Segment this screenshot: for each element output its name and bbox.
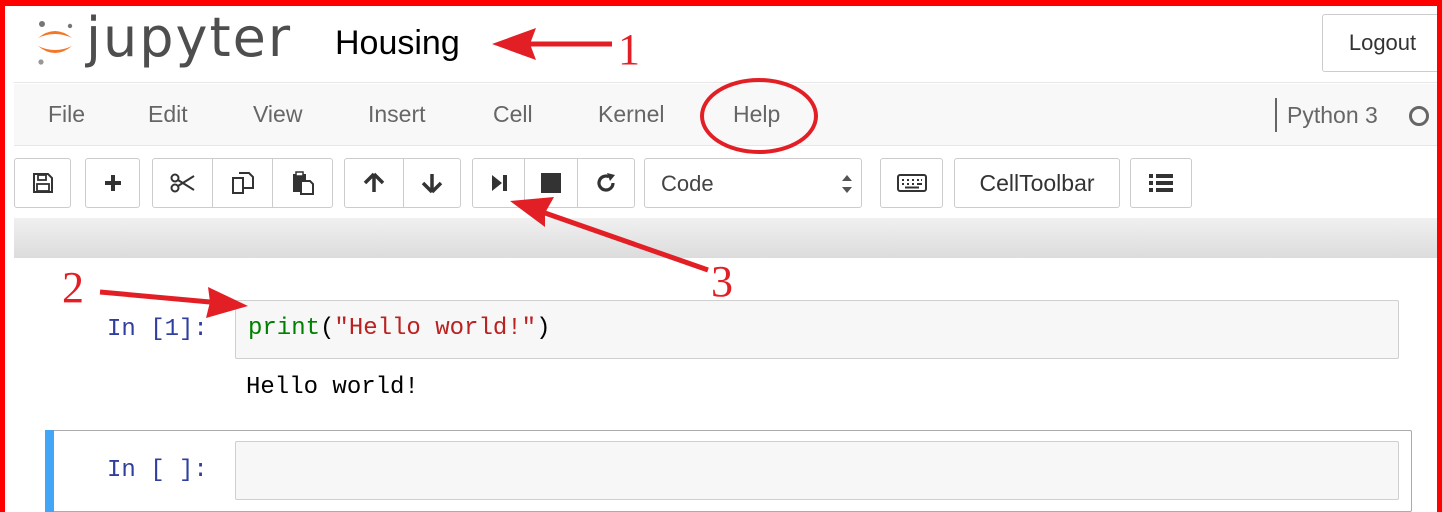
- menu-edit[interactable]: Edit: [148, 101, 188, 128]
- select-arrows-icon: [842, 175, 852, 193]
- menu-view[interactable]: View: [253, 101, 302, 128]
- logout-button[interactable]: Logout: [1322, 14, 1442, 72]
- paste-button[interactable]: [272, 158, 333, 208]
- menu-cell[interactable]: Cell: [493, 101, 533, 128]
- code-line: print("Hello world!"): [248, 315, 550, 342]
- arrow-up-icon: [363, 172, 385, 192]
- plus-icon: [104, 175, 121, 191]
- header-shadow-band: [14, 218, 1442, 258]
- selected-cell-indicator: [45, 430, 54, 512]
- move-up-button[interactable]: [344, 158, 404, 208]
- move-down-button[interactable]: [403, 158, 461, 208]
- toc-button[interactable]: [1130, 158, 1192, 208]
- code-close-paren: ): [536, 315, 551, 342]
- interrupt-kernel-button[interactable]: [524, 158, 578, 208]
- menu-kernel[interactable]: Kernel: [598, 101, 664, 128]
- kernel-separator: [1275, 98, 1277, 132]
- help-highlight-circle: [700, 78, 818, 154]
- kernel-name: Python 3: [1287, 102, 1378, 128]
- code-open-paren: (: [320, 315, 335, 342]
- annotation-label-3: 3: [711, 257, 733, 306]
- cell-type-select[interactable]: Code: [644, 158, 862, 208]
- run-cell-button[interactable]: [472, 158, 525, 208]
- logo-text: jupyter: [86, 6, 293, 69]
- stop-icon: [541, 173, 561, 193]
- kernel-idle-indicator-icon: [1409, 106, 1429, 126]
- menu-insert[interactable]: Insert: [368, 101, 426, 128]
- input-prompt: In [1]:: [107, 316, 208, 343]
- annotation-label-2: 2: [62, 263, 84, 312]
- cell-output: Hello world!: [246, 374, 419, 401]
- notebook-name[interactable]: Housing: [335, 24, 460, 63]
- jupyter-logo-icon: [38, 21, 73, 65]
- celltoolbar-button[interactable]: CellToolbar: [954, 158, 1120, 208]
- arrow-down-icon: [421, 174, 443, 194]
- save-icon: [32, 173, 53, 193]
- restart-kernel-button[interactable]: [577, 158, 635, 208]
- insert-cell-button[interactable]: [85, 158, 140, 208]
- menu-file[interactable]: File: [48, 101, 85, 128]
- arrow-2: [99, 287, 248, 318]
- celltoolbar-label: CellToolbar: [979, 169, 1095, 196]
- run-next-icon: [491, 175, 507, 191]
- keyboard-icon: [896, 174, 927, 192]
- scissors-icon: [170, 173, 195, 193]
- list-icon: [1149, 174, 1173, 192]
- command-palette-button[interactable]: [880, 158, 943, 208]
- toolbar: Code CellToolbar: [14, 148, 1442, 218]
- input-prompt-empty: In [ ]:: [107, 457, 208, 484]
- save-button[interactable]: [14, 158, 71, 208]
- annotation-label-1: 1: [618, 25, 640, 74]
- notebook-header: jupyter Housing Logout: [14, 6, 1442, 83]
- cell-type-selected: Code: [661, 171, 714, 196]
- copy-button[interactable]: [212, 158, 273, 208]
- restart-icon: [597, 173, 615, 192]
- code-builtin: print: [248, 315, 321, 342]
- code-input-area-empty[interactable]: [235, 441, 1399, 500]
- paste-icon: [292, 171, 314, 195]
- code-input-area[interactable]: print("Hello world!"): [235, 300, 1399, 359]
- code-string: "Hello world!": [334, 315, 537, 342]
- cut-button[interactable]: [152, 158, 213, 208]
- copy-icon: [231, 172, 254, 194]
